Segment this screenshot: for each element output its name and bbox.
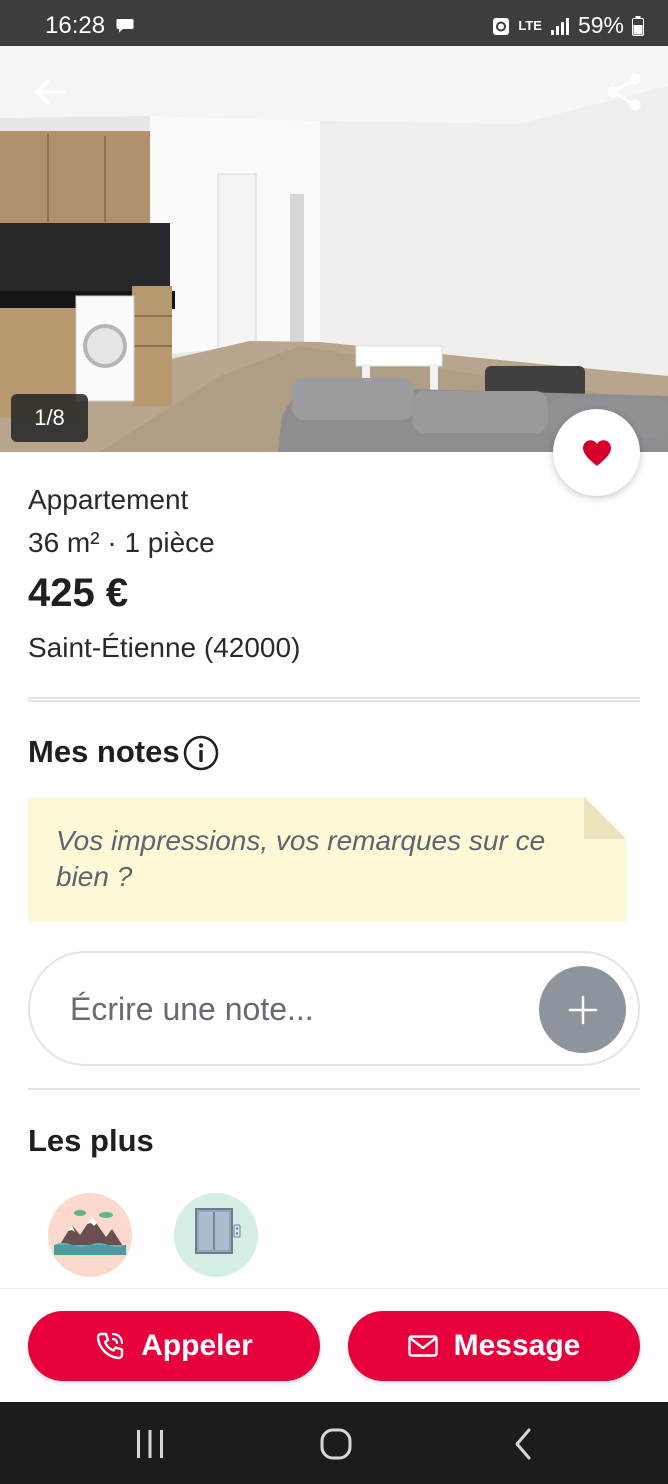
- note-input[interactable]: [70, 983, 520, 1035]
- call-button[interactable]: Appeler: [28, 1311, 320, 1381]
- message-button[interactable]: Message: [348, 1311, 640, 1381]
- notes-sticky-hint: Vos impressions, vos remarques sur ce bi…: [28, 797, 626, 922]
- mountain-view-icon: [54, 1210, 126, 1255]
- share-icon[interactable]: [604, 70, 644, 114]
- plus-icon: [568, 995, 597, 1024]
- favorite-button[interactable]: [553, 409, 640, 496]
- listing-size-rooms: 36 m² · 1 pièce: [28, 527, 215, 558]
- message-button-label: Message: [453, 1329, 581, 1362]
- status-bar: 16:28 LTE 59%: [0, 0, 668, 46]
- section-divider: [28, 697, 640, 702]
- status-indicators: LTE 59%: [492, 12, 644, 39]
- info-icon[interactable]: [183, 735, 219, 771]
- data-saver-icon: [493, 17, 510, 35]
- apartment-photo: [0, 46, 668, 452]
- system-navigation-bar: [0, 1402, 668, 1484]
- call-button-label: Appeler: [141, 1329, 253, 1362]
- battery-icon: [632, 15, 644, 36]
- signal-icon: [550, 17, 569, 35]
- network-type: LTE: [518, 17, 542, 33]
- listing-price: 425 €: [28, 571, 129, 615]
- home-icon[interactable]: [314, 1422, 358, 1466]
- section-divider: [28, 1088, 640, 1090]
- recent-apps-icon[interactable]: [128, 1422, 172, 1466]
- battery-percentage: 59%: [577, 12, 624, 38]
- sticky-hint-text: Vos impressions, vos remarques sur ce bi…: [56, 825, 546, 892]
- note-input-container: [28, 951, 640, 1066]
- phone-icon: [96, 1332, 124, 1360]
- photo-counter: 1/8: [11, 394, 88, 442]
- listing-type: Appartement: [28, 484, 189, 515]
- listing-location: Saint-Étienne (42000): [28, 632, 301, 663]
- notes-section-title: Mes notes: [28, 734, 180, 769]
- feature-mountain-view[interactable]: [48, 1193, 132, 1277]
- back-arrow-icon[interactable]: [28, 70, 72, 114]
- heart-icon: [582, 439, 611, 466]
- feature-elevator[interactable]: [174, 1193, 258, 1277]
- system-back-icon[interactable]: [502, 1422, 546, 1466]
- elevator-icon: [195, 1208, 241, 1254]
- listing-photo-carousel[interactable]: 1/8: [0, 46, 668, 452]
- status-time: 16:28: [45, 12, 106, 39]
- mail-icon: [407, 1335, 438, 1357]
- features-section-title: Les plus: [28, 1123, 154, 1158]
- add-note-button[interactable]: [539, 966, 626, 1053]
- chat-notification-icon: [116, 19, 134, 33]
- contact-action-bar: Appeler Message: [0, 1288, 668, 1402]
